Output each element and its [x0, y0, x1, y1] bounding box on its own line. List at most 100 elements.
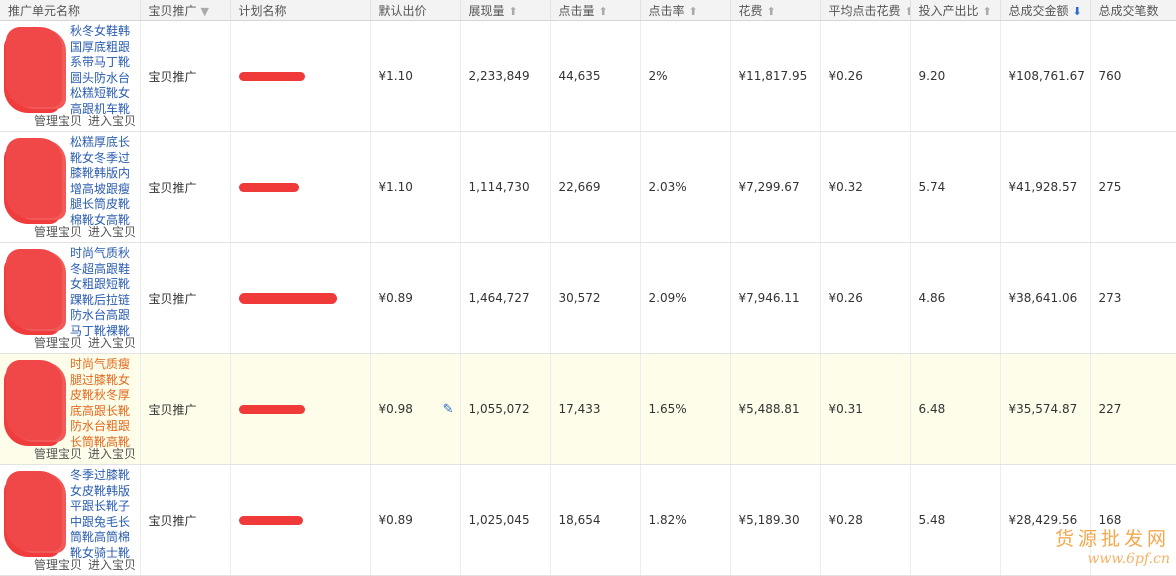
cpc-cell: ¥0.32 [820, 131, 911, 243]
bid-cell: ¥0.89 [370, 242, 461, 354]
cpc-cell: ¥0.26 [820, 242, 911, 354]
type-cell: 宝贝推广 [140, 242, 231, 354]
unit-cell: 时尚气质秋冬超高跟鞋女粗跟短靴踝靴后拉链防水台高跟马丁靴裸靴 管理宝贝 进入宝贝 [0, 242, 141, 354]
header-cpc[interactable]: 平均点击花费⬆ [820, 0, 911, 21]
enter-item-link[interactable]: 进入宝贝 [88, 558, 136, 572]
sort-arrow-icon[interactable]: ⬆ [767, 5, 776, 18]
product-title-link[interactable]: 秋冬女鞋韩国厚底粗跟系带马丁靴圆头防水台松糕短靴女高跟机车靴 [70, 24, 134, 117]
bid-cell: ¥1.10 [370, 131, 461, 243]
clicks-cell: 22,669 [550, 131, 641, 243]
plan-name-cell [230, 242, 371, 354]
cpc-cell: ¥0.28 [820, 464, 911, 576]
unit-links: 管理宝贝 进入宝贝 [34, 112, 139, 129]
impressions-cell: 1,055,072 [460, 353, 551, 465]
bid-cell: ¥0.89 [370, 464, 461, 576]
header-ctr[interactable]: 点击率 ⬆ [640, 0, 731, 21]
table-row-highlighted: 时尚气质瘦腿过膝靴女皮靴秋冬厚底高跟长靴防水台粗跟长筒靴高靴 管理宝贝 进入宝贝 … [0, 353, 1176, 465]
manage-item-link[interactable]: 管理宝贝 [34, 336, 82, 350]
header-plan-name: 计划名称 [230, 0, 371, 21]
gmv-cell: ¥38,641.06 [1000, 242, 1091, 354]
cpc-cell: ¥0.31 [820, 353, 911, 465]
promotion-units-table: 推广单元名称 宝贝推广 ▼ 计划名称 默认出价 展现量 ⬆ 点击量 ⬆ 点击率 ⬆ 花费… [0, 0, 1176, 576]
ctr-cell: 2.03% [640, 131, 731, 243]
header-cost[interactable]: 花费 ⬆ [730, 0, 821, 21]
gmv-cell: ¥41,928.57 [1000, 131, 1091, 243]
roi-cell: 4.86 [910, 242, 1001, 354]
type-cell: 宝贝推广 [140, 20, 231, 132]
header-clicks[interactable]: 点击量 ⬆ [550, 0, 641, 21]
product-thumbnail[interactable] [6, 138, 62, 218]
ctr-cell: 1.65% [640, 353, 731, 465]
redacted-plan-name[interactable] [238, 293, 337, 304]
redacted-plan-name[interactable] [238, 183, 299, 192]
product-thumbnail[interactable] [6, 360, 62, 440]
plan-name-cell [230, 131, 371, 243]
clicks-cell: 18,654 [550, 464, 641, 576]
unit-cell: 秋冬女鞋韩国厚底粗跟系带马丁靴圆头防水台松糕短靴女高跟机车靴 管理宝贝 进入宝贝 [0, 20, 141, 132]
table-header-row: 推广单元名称 宝贝推广 ▼ 计划名称 默认出价 展现量 ⬆ 点击量 ⬆ 点击率 ⬆ 花费… [0, 0, 1176, 21]
header-type-filter[interactable]: 宝贝推广 ▼ [140, 0, 231, 21]
type-cell: 宝贝推广 [140, 353, 231, 465]
product-thumbnail[interactable] [6, 471, 62, 551]
sort-arrow-icon[interactable]: ⬆ [509, 5, 518, 18]
unit-cell: 松糕厚底长靴女冬季过膝靴韩版内增高坡跟瘦腿长筒皮靴棉靴女高靴 管理宝贝 进入宝贝 [0, 131, 141, 243]
enter-item-link[interactable]: 进入宝贝 [88, 447, 136, 461]
enter-item-link[interactable]: 进入宝贝 [88, 336, 136, 350]
clicks-cell: 44,635 [550, 20, 641, 132]
pencil-edit-icon[interactable]: ✎ [443, 402, 454, 417]
roi-cell: 6.48 [910, 353, 1001, 465]
manage-item-link[interactable]: 管理宝贝 [34, 225, 82, 239]
dropdown-icon[interactable]: ▼ [201, 5, 209, 18]
plan-name-cell [230, 464, 371, 576]
ctr-cell: 2% [640, 20, 731, 132]
plan-name-cell [230, 20, 371, 132]
unit-links: 管理宝贝 进入宝贝 [34, 334, 139, 351]
enter-item-link[interactable]: 进入宝贝 [88, 225, 136, 239]
redacted-plan-name[interactable] [238, 72, 305, 81]
unit-links: 管理宝贝 进入宝贝 [34, 223, 139, 240]
orders-cell: 227 [1090, 353, 1176, 465]
header-gmv[interactable]: 总成交金额 ⬇ [1000, 0, 1091, 21]
roi-cell: 5.74 [910, 131, 1001, 243]
header-impressions[interactable]: 展现量 ⬆ [460, 0, 551, 21]
cost-cell: ¥5,189.30 [730, 464, 821, 576]
product-thumbnail[interactable] [6, 27, 62, 107]
impressions-cell: 2,233,849 [460, 20, 551, 132]
product-thumbnail[interactable] [6, 249, 62, 329]
redacted-plan-name[interactable] [238, 516, 303, 525]
sort-arrow-icon[interactable]: ⬆ [905, 5, 909, 18]
orders-cell: 275 [1090, 131, 1176, 243]
table-row: 冬季过膝靴女皮靴韩版平跟长靴子中跟兔毛长筒靴高筒棉靴女骑士靴 管理宝贝 进入宝贝 … [0, 464, 1176, 576]
product-title-link[interactable]: 时尚气质秋冬超高跟鞋女粗跟短靴踝靴后拉链防水台高跟马丁靴裸靴 [70, 246, 134, 339]
roi-cell: 5.48 [910, 464, 1001, 576]
type-cell: 宝贝推广 [140, 131, 231, 243]
sort-arrow-icon[interactable]: ⬆ [599, 5, 608, 18]
manage-item-link[interactable]: 管理宝贝 [34, 558, 82, 572]
cpc-cell: ¥0.26 [820, 20, 911, 132]
header-orders[interactable]: 总成交笔数 [1090, 0, 1176, 21]
impressions-cell: 1,114,730 [460, 131, 551, 243]
enter-item-link[interactable]: 进入宝贝 [88, 114, 136, 128]
manage-item-link[interactable]: 管理宝贝 [34, 114, 82, 128]
product-title-link[interactable]: 冬季过膝靴女皮靴韩版平跟长靴子中跟兔毛长筒靴高筒棉靴女骑士靴 [70, 468, 134, 561]
ctr-cell: 2.09% [640, 242, 731, 354]
orders-cell: 760 [1090, 20, 1176, 132]
impressions-cell: 1,464,727 [460, 242, 551, 354]
redacted-plan-name[interactable] [238, 405, 305, 414]
cost-cell: ¥7,946.11 [730, 242, 821, 354]
cost-cell: ¥11,817.95 [730, 20, 821, 132]
header-default-bid: 默认出价 [370, 0, 461, 21]
header-roi[interactable]: 投入产出比 ⬆ [910, 0, 1001, 21]
unit-links: 管理宝贝 进入宝贝 [34, 445, 139, 462]
sort-arrow-icon[interactable]: ⬆ [689, 5, 698, 18]
sort-desc-icon[interactable]: ⬇ [1073, 5, 1082, 18]
manage-item-link[interactable]: 管理宝贝 [34, 447, 82, 461]
product-title-link[interactable]: 时尚气质瘦腿过膝靴女皮靴秋冬厚底高跟长靴防水台粗跟长筒靴高靴 [70, 357, 134, 450]
orders-cell: 273 [1090, 242, 1176, 354]
roi-cell: 9.20 [910, 20, 1001, 132]
gmv-cell: ¥35,574.87 [1000, 353, 1091, 465]
header-unit-name: 推广单元名称 [0, 0, 141, 21]
product-title-link[interactable]: 松糕厚底长靴女冬季过膝靴韩版内增高坡跟瘦腿长筒皮靴棉靴女高靴 [70, 135, 134, 228]
sort-arrow-icon[interactable]: ⬆ [983, 5, 992, 18]
table-row: 秋冬女鞋韩国厚底粗跟系带马丁靴圆头防水台松糕短靴女高跟机车靴 管理宝贝 进入宝贝 … [0, 20, 1176, 132]
